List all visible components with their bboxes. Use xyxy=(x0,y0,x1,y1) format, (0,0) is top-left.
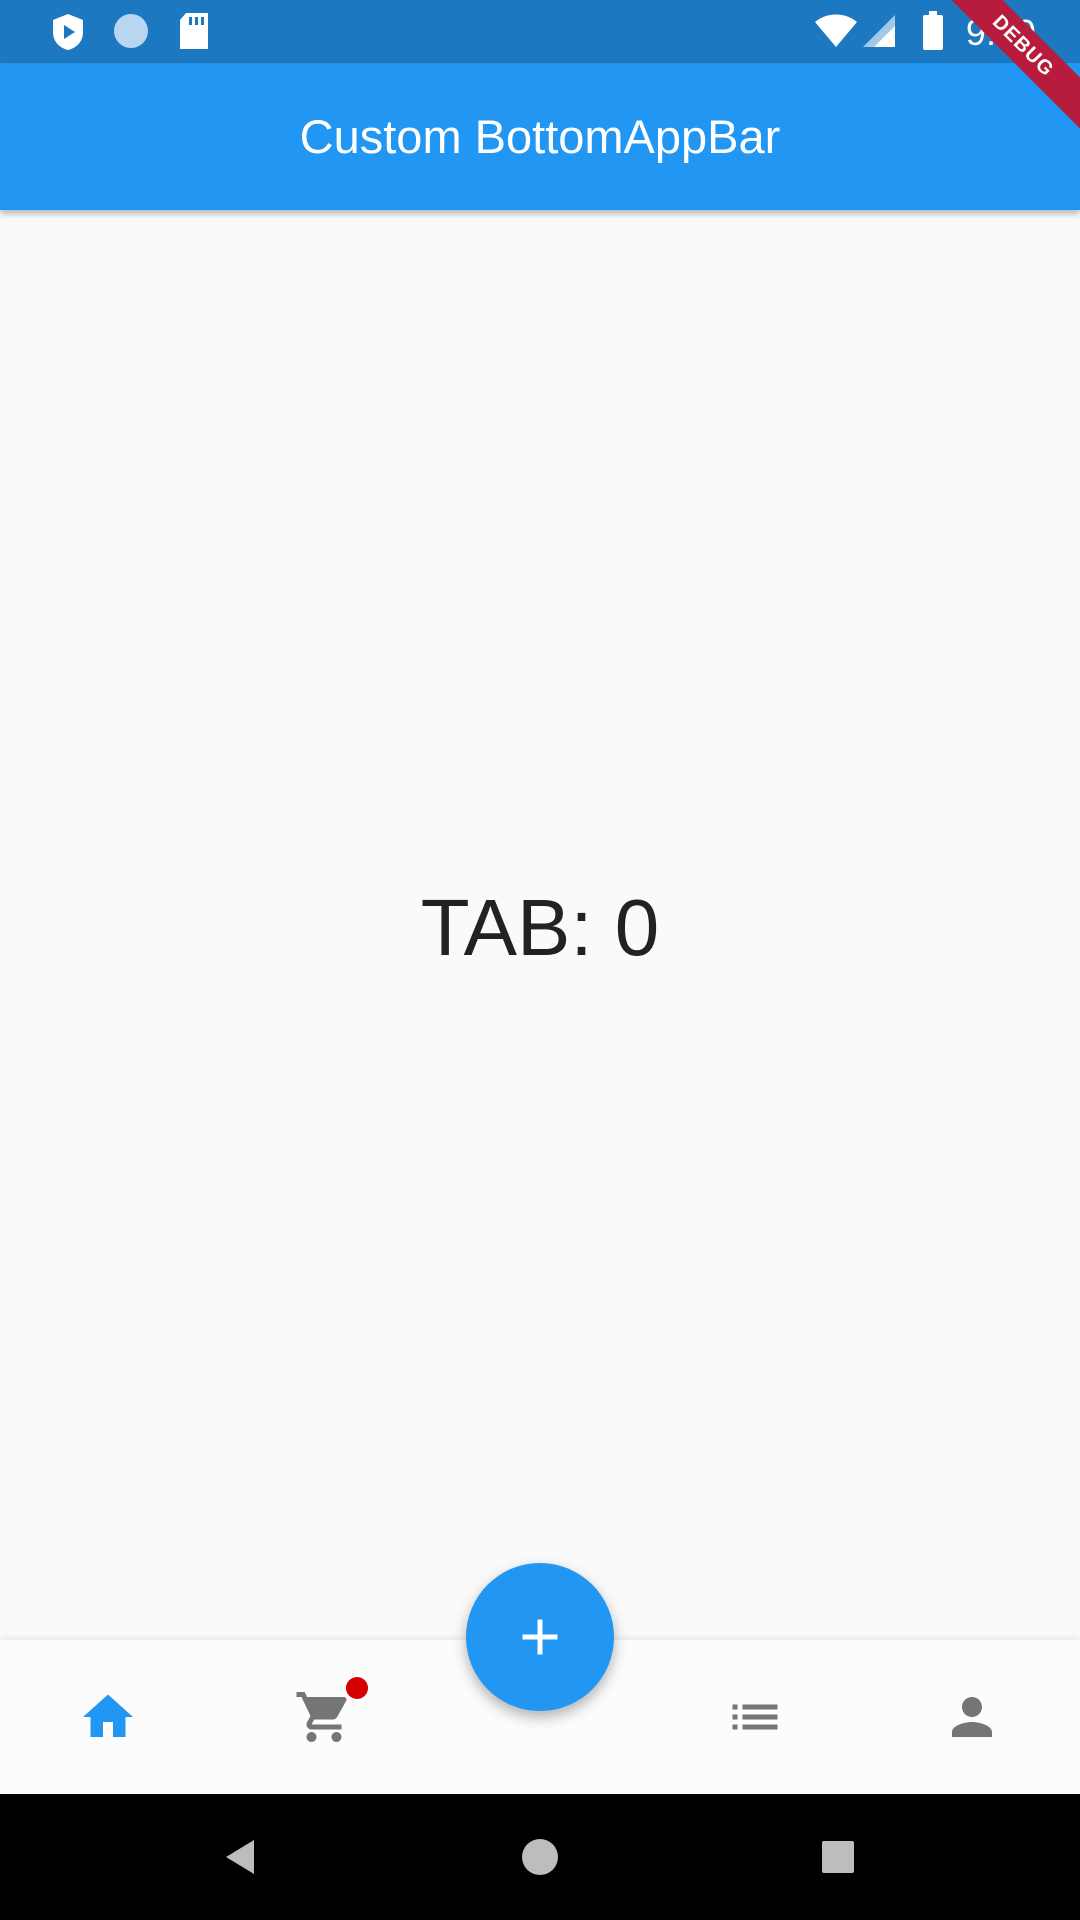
app-title: Custom BottomAppBar xyxy=(299,110,781,163)
home-icon xyxy=(83,1694,133,1737)
nav-item-profile[interactable] xyxy=(912,1657,1032,1777)
cell-signal-icon xyxy=(862,14,896,53)
home-circle-icon xyxy=(522,1839,558,1875)
app-bar: Custom BottomAppBar xyxy=(0,63,1080,210)
status-bar: 9:59 xyxy=(0,0,1080,63)
back-button[interactable] xyxy=(216,1832,266,1882)
nav-item-cart[interactable] xyxy=(264,1657,384,1777)
wifi-icon xyxy=(814,14,858,53)
main-content: TAB: 0 xyxy=(0,210,1080,1678)
battery-icon xyxy=(922,11,944,56)
person-icon xyxy=(952,1697,992,1737)
add-icon xyxy=(522,1619,558,1655)
shopping-cart-icon xyxy=(296,1692,347,1742)
add-fab-button[interactable] xyxy=(466,1563,614,1711)
sync-circle-icon xyxy=(112,12,150,55)
home-button[interactable] xyxy=(515,1832,565,1882)
sd-card-icon xyxy=(178,12,210,55)
tab-label: TAB: 0 xyxy=(420,883,660,972)
back-icon xyxy=(226,1840,254,1874)
cart-badge xyxy=(346,1677,368,1699)
list-icon xyxy=(732,1704,778,1730)
system-nav-bar xyxy=(0,1794,1080,1920)
play-protect-icon xyxy=(50,12,86,57)
nav-item-home[interactable] xyxy=(48,1657,168,1777)
recents-icon xyxy=(822,1841,854,1873)
nav-item-list[interactable] xyxy=(695,1657,815,1777)
recents-button[interactable] xyxy=(813,1832,863,1882)
